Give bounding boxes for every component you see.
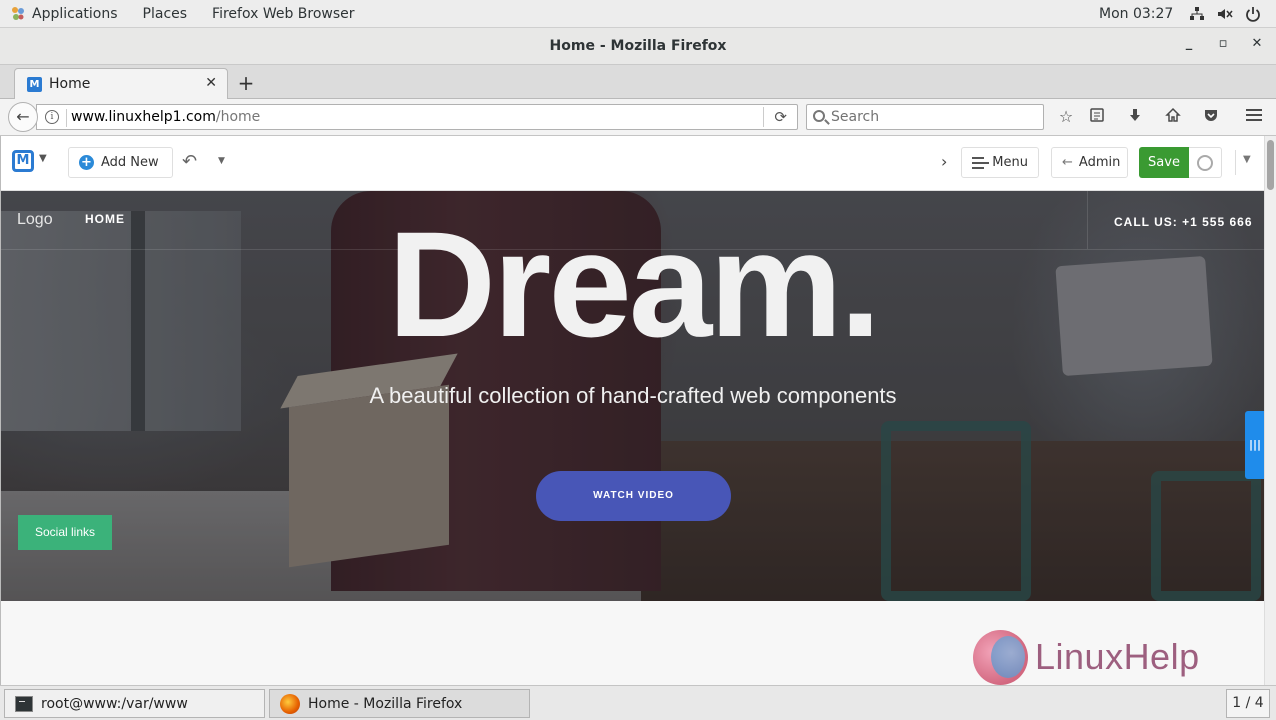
hero-section: Logo HOME CALL US: +1 555 666 Dream. A b… (1, 191, 1264, 601)
menu-label: Menu (992, 155, 1028, 170)
workspace-indicator[interactable]: 1 / 4 (1226, 689, 1270, 718)
window-title: Home - Mozilla Firefox (549, 38, 727, 54)
undo-caret-icon[interactable]: ▼ (218, 156, 225, 166)
navigation-bar: i www.linuxhelp1.com/home ⟳ ← ☆ (0, 99, 1276, 136)
home-icon[interactable] (1163, 107, 1183, 127)
url-bar[interactable]: i www.linuxhelp1.com/home ⟳ (36, 104, 798, 130)
scrollbar-thumb[interactable] (1267, 140, 1274, 190)
pocket-icon[interactable] (1201, 107, 1221, 127)
linuxhelp-logo-icon (973, 630, 1028, 685)
search-icon (813, 110, 825, 122)
undo-icon[interactable]: ↶ (182, 151, 197, 172)
menu-button[interactable]: Menu (961, 147, 1039, 178)
admin-label: Admin (1078, 155, 1121, 170)
new-tab-button[interactable]: + (236, 71, 256, 95)
network-icon (1188, 5, 1206, 23)
cms-logo-icon[interactable]: M (12, 150, 34, 172)
system-tray[interactable] (1188, 5, 1262, 23)
gnome-top-bar: Applications Places Firefox Web Browser … (0, 0, 1276, 28)
site-favicon-icon: M (27, 77, 42, 92)
bookmark-star-icon[interactable]: ☆ (1056, 107, 1076, 127)
tab-title: Home (49, 76, 91, 92)
back-button[interactable]: ← (8, 102, 38, 132)
side-panel-tab[interactable]: ||| (1245, 411, 1264, 479)
close-window-button[interactable]: ✕ (1247, 36, 1267, 56)
task-terminal[interactable]: root@www:/var/www (4, 689, 265, 718)
firefox-icon (280, 693, 300, 714)
minimize-button[interactable]: _ (1179, 36, 1199, 56)
plus-icon: + (79, 155, 94, 170)
watermark-text: LinuxHelp (1035, 636, 1200, 677)
window-titlebar[interactable]: Home - Mozilla Firefox _ ▫ ✕ (0, 28, 1276, 65)
task-firefox[interactable]: Home - Mozilla Firefox (269, 689, 530, 718)
chevron-right-icon[interactable]: › (941, 152, 947, 171)
applications-menu[interactable]: Applications (0, 6, 143, 22)
maximize-button[interactable]: ▫ (1213, 36, 1233, 56)
clock[interactable]: Mon 03:27 (1099, 6, 1173, 22)
toolbar-dropdown-icon[interactable]: ▼ (1243, 154, 1251, 165)
power-icon (1244, 5, 1262, 23)
url-path: /home (215, 109, 261, 125)
applications-icon (10, 6, 26, 22)
close-tab-icon[interactable]: ✕ (205, 75, 217, 91)
arrow-left-icon: ← (1062, 155, 1073, 170)
search-bar[interactable] (806, 104, 1044, 130)
active-app-menu[interactable]: Firefox Web Browser (212, 6, 355, 22)
watch-video-button[interactable]: WATCH VIDEO (536, 471, 731, 521)
hero-subline: A beautiful collection of hand-crafted w… (369, 383, 897, 408)
hamburger-menu-icon[interactable] (1244, 107, 1264, 127)
social-links-button[interactable]: Social links (18, 515, 112, 550)
volume-muted-icon (1216, 5, 1234, 23)
admin-button[interactable]: ← Admin (1051, 147, 1128, 178)
url-text[interactable]: www.linuxhelp1.com/home (71, 109, 260, 125)
add-new-button[interactable]: + Add New (68, 147, 173, 178)
cms-logo-caret-icon[interactable]: ▼ (39, 153, 47, 164)
tab-home[interactable]: M Home ✕ (14, 68, 228, 100)
places-menu[interactable]: Places (143, 6, 188, 22)
search-input[interactable] (831, 108, 1031, 126)
downloads-icon[interactable] (1125, 107, 1145, 127)
bottom-taskbar: root@www:/var/www Home - Mozilla Firefox… (0, 685, 1276, 720)
save-button[interactable]: Save (1139, 147, 1189, 178)
applications-label: Applications (32, 5, 118, 22)
linuxhelp-watermark: LinuxHelp (973, 630, 1233, 685)
menu-lines-icon (972, 156, 990, 169)
cms-toolbar: M ▼ + Add New ↶ ▼ › Menu ← Admin Save ▼ (1, 136, 1264, 191)
hero-headline: Dream. (387, 200, 882, 368)
task-firefox-label: Home - Mozilla Firefox (308, 695, 463, 712)
reading-list-icon[interactable] (1087, 107, 1107, 127)
add-new-label: Add New (101, 155, 159, 170)
page-scrollbar[interactable] (1264, 136, 1276, 685)
task-terminal-label: root@www:/var/www (41, 695, 188, 712)
toolbar-divider (1235, 150, 1236, 175)
tab-strip: M Home ✕ + (0, 65, 1276, 100)
terminal-icon (15, 695, 33, 712)
page-viewport[interactable]: M ▼ + Add New ↶ ▼ › Menu ← Admin Save ▼ (0, 136, 1264, 685)
url-host: www.linuxhelp1.com (71, 109, 216, 125)
globe-icon (1197, 155, 1213, 171)
reload-icon[interactable]: ⟳ (774, 108, 787, 126)
publish-globe-button[interactable] (1189, 147, 1222, 178)
url-separator (66, 109, 67, 127)
site-info-icon[interactable]: i (45, 110, 59, 124)
reload-separator (763, 107, 764, 127)
